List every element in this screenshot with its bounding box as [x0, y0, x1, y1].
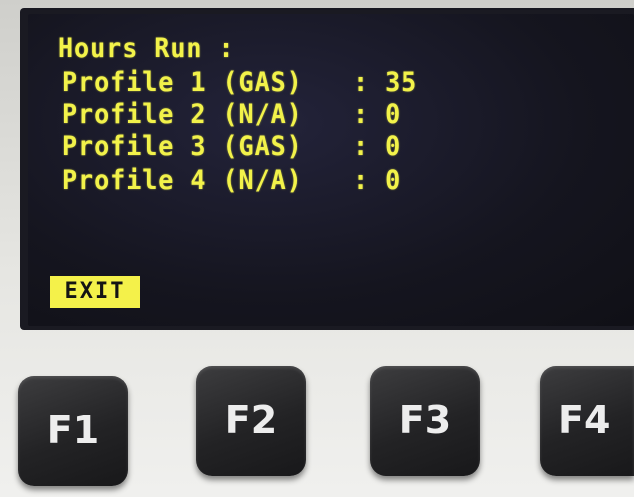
f3-key[interactable]: F3: [370, 366, 480, 476]
profile-1-label: Profile 1 (GAS): [62, 67, 303, 98]
lcd-screen: Hours Run : Profile 1 (GAS) : 35 Profile…: [28, 14, 634, 326]
f2-key[interactable]: F2: [196, 366, 306, 476]
device-panel: Hours Run : Profile 1 (GAS) : 35 Profile…: [0, 0, 634, 497]
screen-title: Hours Run :: [58, 33, 235, 64]
profile-2-label: Profile 2 (N/A): [62, 99, 303, 130]
f1-key[interactable]: F1: [18, 376, 128, 486]
profile-2-hours: : 0: [353, 99, 402, 130]
exit-button[interactable]: EXIT: [50, 276, 140, 308]
profile-3-label: Profile 3 (GAS): [62, 131, 303, 162]
f4-key-label: F4: [558, 398, 611, 442]
profile-4-hours: : 0: [353, 165, 402, 196]
profile-1-hours: : 35: [353, 67, 418, 98]
f2-key-label: F2: [224, 398, 278, 442]
profile-3-hours: : 0: [353, 131, 402, 162]
f1-key-label: F1: [46, 408, 100, 452]
f4-key[interactable]: F4: [540, 366, 634, 476]
profile-4-label: Profile 4 (N/A): [62, 165, 303, 196]
f3-key-label: F3: [398, 398, 452, 442]
